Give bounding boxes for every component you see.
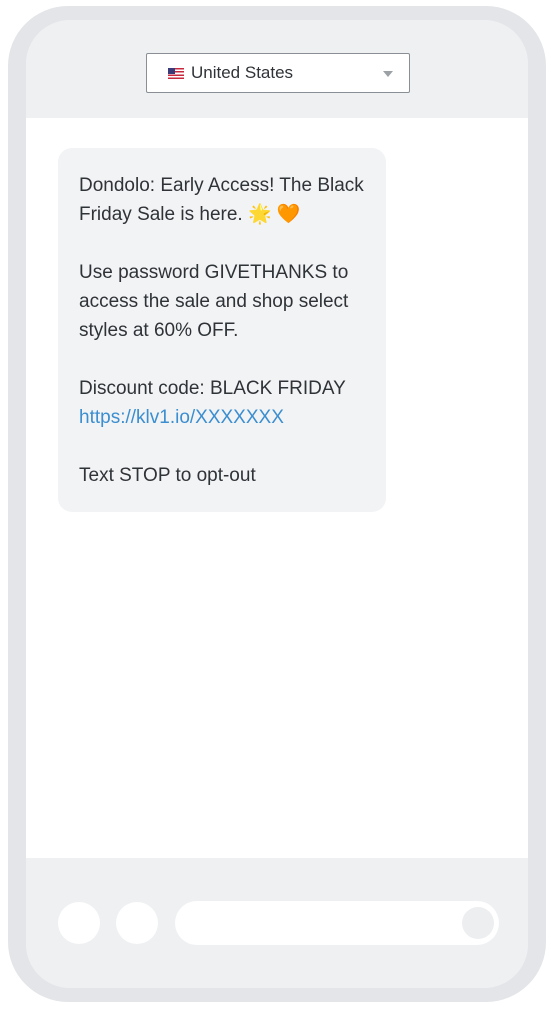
send-button[interactable] (462, 907, 494, 939)
sms-message-bubble: Dondolo: Early Access! The Black Friday … (58, 148, 386, 512)
us-flag-icon (168, 67, 184, 79)
orange-heart-emoji: 🧡 (276, 203, 301, 225)
compose-bar (26, 858, 528, 988)
country-select[interactable]: United States (146, 53, 410, 93)
country-select-value: United States (191, 63, 294, 82)
message-intro: Dondolo: Early Access! The Black Friday … (79, 171, 366, 229)
message-input[interactable] (175, 901, 499, 945)
phone-frame: United States Dondolo: Early Access! The… (8, 6, 546, 1002)
triangle-down-icon (383, 71, 393, 77)
message-optout-text: Text STOP to opt-out (79, 465, 256, 486)
message-screen: Dondolo: Early Access! The Black Friday … (26, 118, 528, 858)
top-bar: United States (26, 20, 528, 118)
apps-button[interactable] (116, 902, 158, 944)
camera-button[interactable] (58, 902, 100, 944)
glowing-star-emoji: 🌟 (247, 203, 272, 225)
message-intro-text: Dondolo: Early Access! The Black Friday … (79, 175, 364, 225)
message-password-text: Use password GIVETHANKS to access the sa… (79, 262, 349, 341)
message-link[interactable]: https://klv1.io/XXXXXXX (79, 407, 284, 428)
phone-screen-area: United States Dondolo: Early Access! The… (26, 20, 528, 988)
message-discount-text: Discount code: BLACK FRIDAY (79, 378, 346, 399)
